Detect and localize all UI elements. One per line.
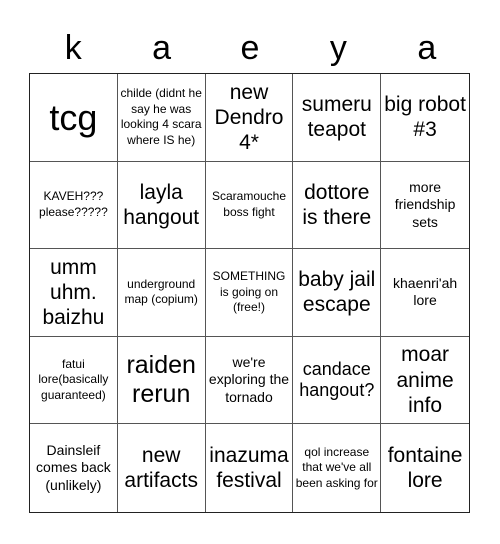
bingo-cell[interactable]: Scaramouche boss fight [205,161,294,250]
title-letter: e [240,29,260,67]
bingo-cell[interactable]: big robot #3 [381,74,469,162]
bingo-cell[interactable]: dottore is there [293,161,382,250]
bingo-cell[interactable]: fatui lore(basically guaranteed) [30,336,118,425]
title-letter: k [64,29,82,67]
bingo-cell[interactable]: new artifacts [118,424,206,512]
bingo-cell[interactable]: qol increase that we've all been asking … [293,424,382,512]
bingo-cell[interactable]: umm uhm. baizhu [30,249,118,337]
bingo-cell[interactable]: moar anime info [381,337,469,425]
bingo-cell[interactable]: fontaine lore [381,424,469,512]
bingo-cell[interactable]: SOMETHING is going on (free!) [205,249,294,337]
bingo-cell[interactable]: KAVEH??? please????? [30,161,118,250]
bingo-cell[interactable]: layla hangout [117,161,206,250]
bingo-cell[interactable]: tcg [30,74,118,162]
bingo-cell[interactable]: new Dendro 4* [205,74,294,162]
title-letter: a [417,29,437,67]
bingo-cell[interactable]: khaenri'ah lore [381,249,469,337]
bingo-cell[interactable]: we're exploring the tornado [205,336,294,425]
bingo-cell[interactable]: Dainsleif comes back (unlikely) [30,424,118,512]
bingo-board: tcg childe (didnt he say he was looking … [29,73,470,513]
bingo-cell[interactable]: more friendship sets [381,162,469,250]
bingo-cell[interactable]: baby jail escape [293,249,382,337]
bingo-cell[interactable]: childe (didnt he say he was looking 4 sc… [117,74,206,162]
bingo-cell[interactable]: raiden rerun [117,336,206,425]
title-letter: a [152,29,172,67]
title-letter: y [329,29,347,67]
bingo-cell[interactable]: inazuma festival [206,424,294,512]
bingo-cell[interactable]: candace hangout? [293,336,382,425]
bingo-title: k a e y a [29,24,471,72]
bingo-cell[interactable]: underground map (copium) [117,249,206,337]
bingo-cell[interactable]: sumeru teapot [293,74,382,162]
